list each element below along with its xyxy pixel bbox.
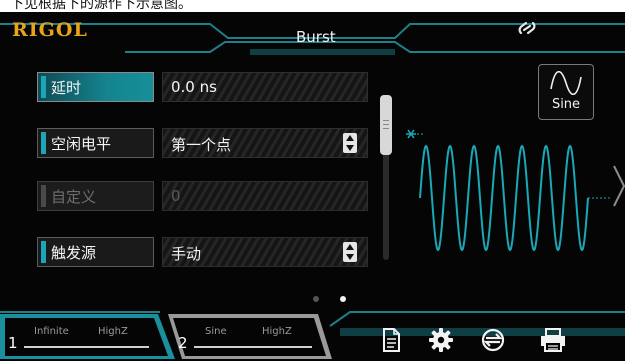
burst-waveform-plot [406,129,625,252]
selection-bar [41,132,46,154]
channel-waveform: Sine [205,326,227,337]
param-label-delay[interactable]: 延时 [37,72,154,102]
channel-impedance: HighZ [98,326,128,337]
channel-number: 1 [8,334,18,352]
spinner-arrows-icon[interactable] [343,242,357,262]
channel-number: 2 [178,334,188,352]
channel-1-tab[interactable]: 1 Infinite HighZ [0,312,170,358]
selection-bar [41,241,46,263]
gear-icon[interactable] [428,327,454,353]
caption-text: 下见根据下的源作下示意图。 [10,0,192,12]
sine-wave-icon [550,71,582,95]
param-value-text: 0 [171,187,181,205]
trigger-marker-icon [406,129,416,139]
param-label-trigger-source[interactable]: 触发源 [37,237,154,267]
channel-underline [24,346,149,348]
waveform-button[interactable]: Sine [538,64,594,120]
channel-impedance: HighZ [262,326,292,337]
mode-title: Burst [296,28,336,46]
param-label-text: 空闲电平 [51,135,112,153]
selection-bar [41,185,46,207]
param-label-idle-level[interactable]: 空闲电平 [37,128,154,158]
param-value-text: 手动 [171,245,202,263]
burst-trace [419,144,589,252]
spinner-arrows-icon[interactable] [343,133,357,153]
waveform-label: Sine [551,97,581,112]
selection-bar [41,76,46,98]
channel-waveform: Infinite [34,326,69,337]
document-icon[interactable] [378,327,404,353]
param-label-text: 自定义 [51,188,97,206]
scrollbar-thumb[interactable] [380,95,392,155]
param-label-text: 触发源 [51,244,97,262]
param-label-text: 延时 [51,79,82,97]
param-label-custom: 自定义 [37,181,154,211]
rigol-logo: RIGOL [12,19,88,41]
param-value-text: 0.0 ns [171,78,217,96]
param-value-custom: 0 [162,181,368,211]
printer-icon[interactable] [538,327,568,353]
param-value-idle-level[interactable]: 第一个点 [162,128,368,158]
channel-2-tab[interactable]: 2 Sine HighZ [170,312,330,358]
instrument-screen: RIGOL Burst 延时 0.0 ns 空闲电平 第一个点 自定义 0 触发… [0,12,625,361]
channel-underline [194,346,312,348]
param-value-text: 第一个点 [171,136,232,154]
param-value-delay[interactable]: 0.0 ns [162,72,368,102]
next-page-chevron-icon [613,165,625,207]
sync-icon[interactable] [480,327,506,353]
link-icon[interactable] [516,18,538,38]
caption-strip: 下见根据下的源作下示意图。 [0,0,625,12]
param-value-trigger-source[interactable]: 手动 [162,237,368,267]
